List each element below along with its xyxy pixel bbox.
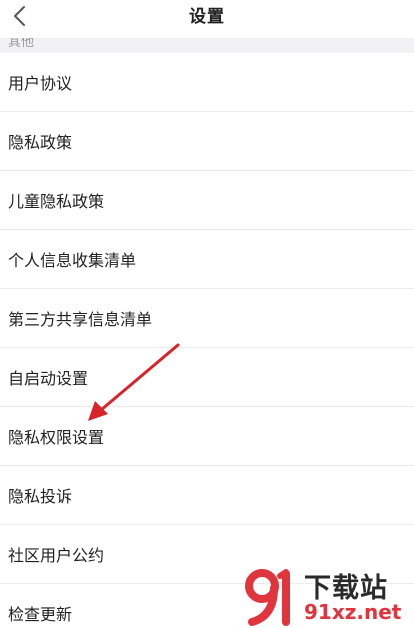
list-item-label: 检查更新 <box>8 605 73 624</box>
list-item-label: 个人信息收集清单 <box>8 251 137 270</box>
settings-list: 用户协议 隐私政策 儿童隐私政策 个人信息收集清单 第三方共享信息清单 自启动设… <box>0 53 414 628</box>
list-item-label: 隐私权限设置 <box>8 428 105 447</box>
list-item-label: 隐私政策 <box>8 133 73 152</box>
list-item-label: 第三方共享信息清单 <box>8 310 153 329</box>
list-item-label: 用户协议 <box>8 74 73 93</box>
list-item-label: 隐私投诉 <box>8 487 73 506</box>
list-item-label: 社区用户公约 <box>8 546 105 565</box>
list-item-label: 自启动设置 <box>8 369 89 388</box>
section-header: 其他 <box>0 38 414 53</box>
chevron-left-icon <box>14 6 25 26</box>
list-item-privacy-permission-settings[interactable]: 隐私权限设置 <box>0 407 414 466</box>
list-item-label: 儿童隐私政策 <box>8 192 105 211</box>
list-item-children-privacy-policy[interactable]: 儿童隐私政策 <box>0 171 414 230</box>
page-title: 设置 <box>189 6 225 27</box>
list-item-personal-info-list[interactable]: 个人信息收集清单 <box>0 230 414 289</box>
nav-header: 设置 <box>0 0 414 38</box>
list-item-check-update[interactable]: 检查更新 <box>0 584 414 628</box>
section-label: 其他 <box>8 38 35 50</box>
list-item-autostart-settings[interactable]: 自启动设置 <box>0 348 414 407</box>
list-item-privacy-policy[interactable]: 隐私政策 <box>0 112 414 171</box>
list-item-user-agreement[interactable]: 用户协议 <box>0 53 414 112</box>
list-item-third-party-share-list[interactable]: 第三方共享信息清单 <box>0 289 414 348</box>
list-item-community-convention[interactable]: 社区用户公约 <box>0 525 414 584</box>
list-item-privacy-complaint[interactable]: 隐私投诉 <box>0 466 414 525</box>
back-button[interactable] <box>6 2 34 30</box>
